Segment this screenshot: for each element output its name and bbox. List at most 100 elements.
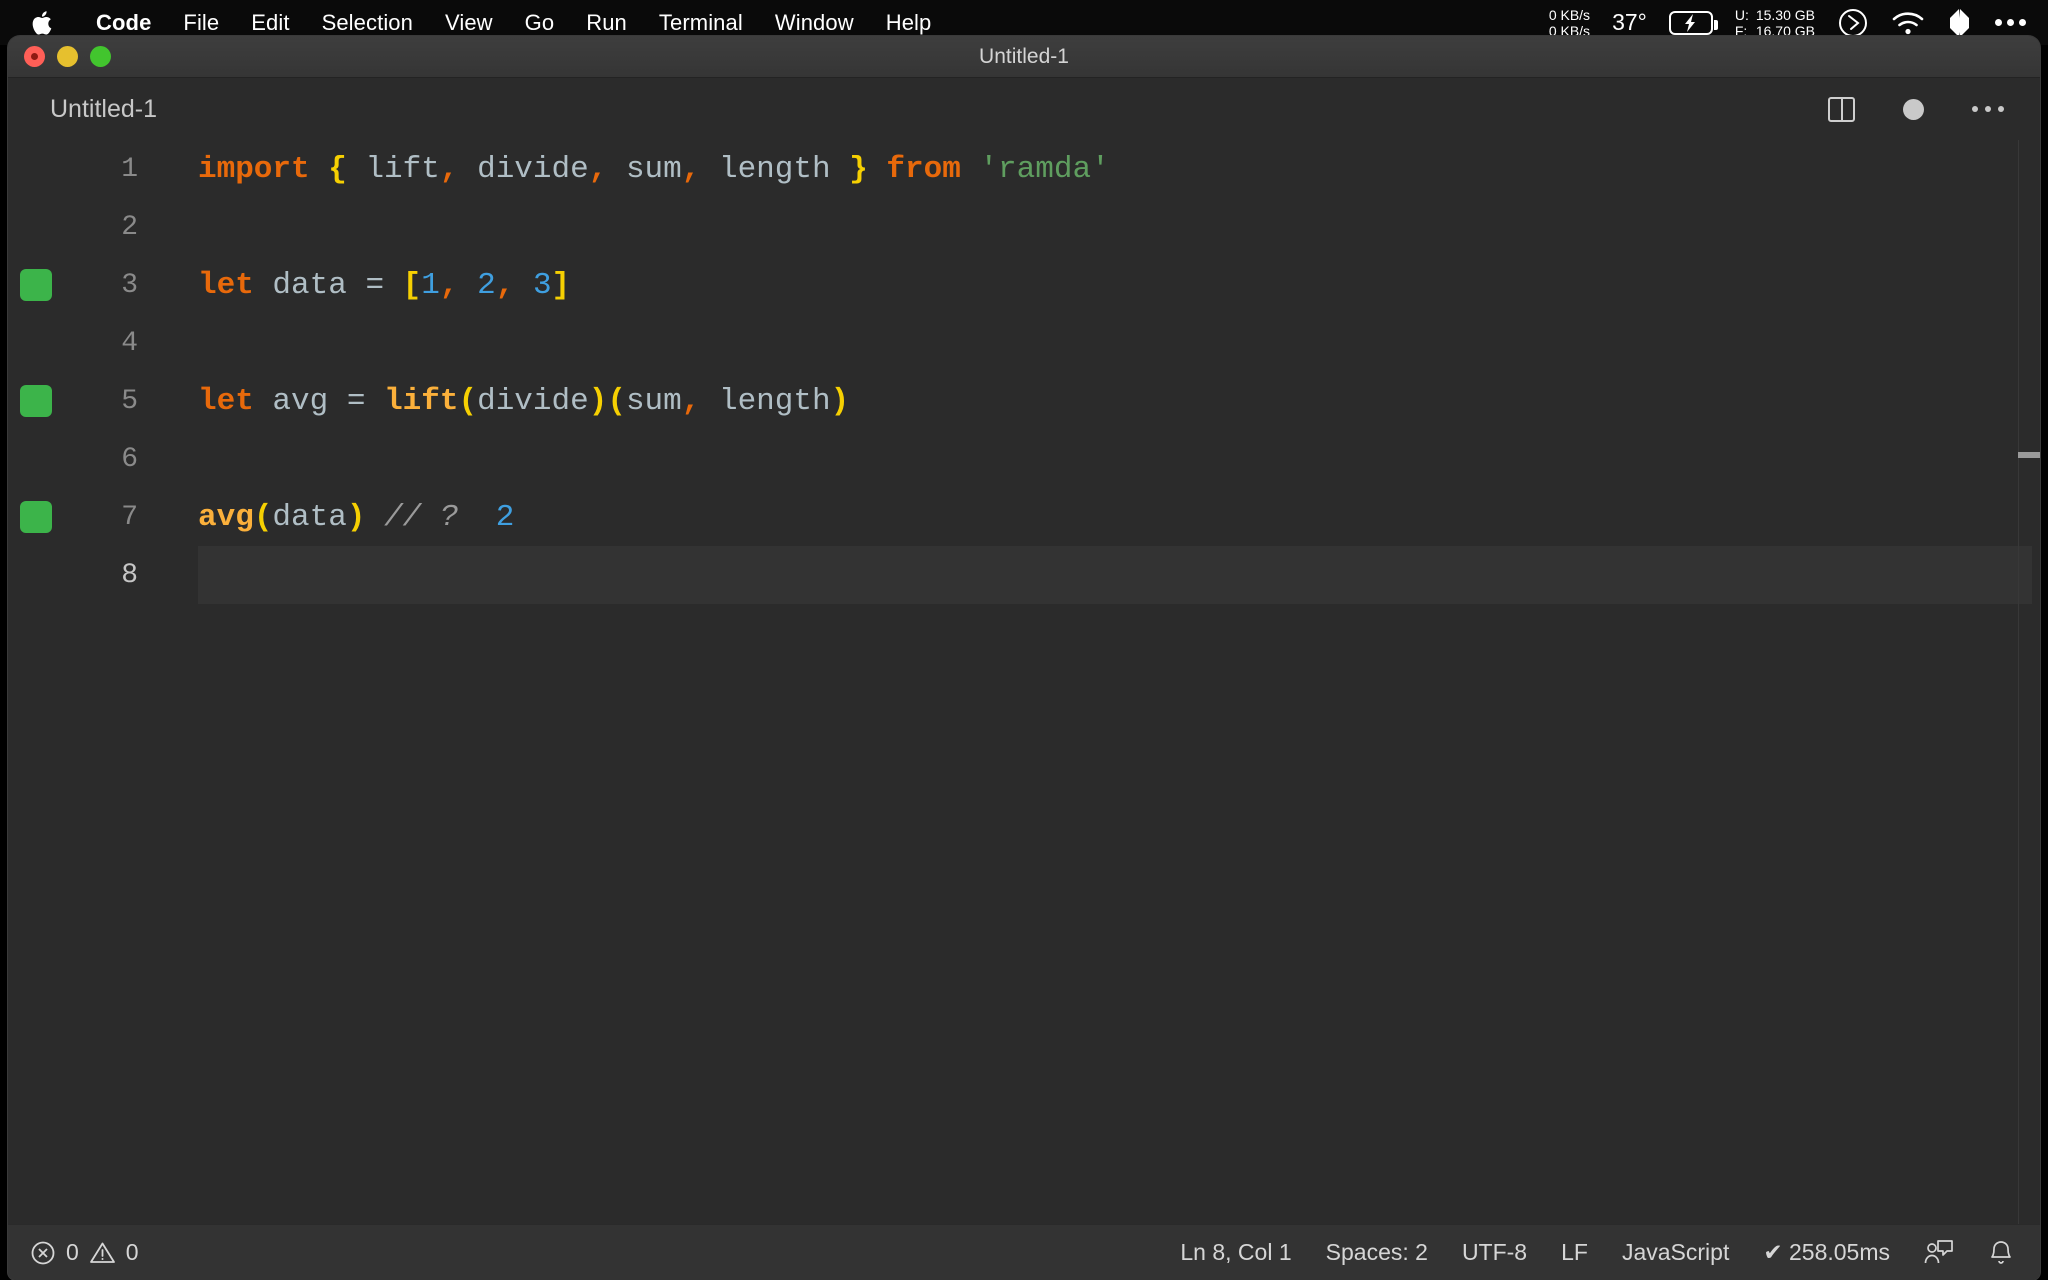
code-line-5[interactable]: 5 let avg = lift(divide)(sum, length)	[8, 372, 2040, 430]
token-number-2: 2	[477, 267, 496, 303]
problems-indicator[interactable]: 0 0	[30, 1239, 139, 1266]
traffic-light-buttons	[8, 46, 111, 67]
code-line-6[interactable]: 6	[8, 430, 2040, 488]
token-comma-2: ,	[495, 267, 515, 303]
token-number-result: 2	[495, 499, 515, 535]
token-keyword-from: from	[886, 151, 961, 187]
cursor-position[interactable]: Ln 8, Col 1	[1180, 1239, 1291, 1266]
tab-label: Untitled-1	[50, 94, 157, 123]
menu-item-window[interactable]: Window	[759, 10, 870, 36]
menu-item-help[interactable]: Help	[870, 10, 948, 36]
split-editor-icon[interactable]	[1828, 96, 1855, 122]
token-comma-1: ,	[439, 151, 459, 187]
token-identifier-length: length	[718, 383, 831, 419]
token-comma-1: ,	[439, 267, 459, 303]
token-identifier-sum: sum	[625, 383, 682, 419]
temperature-indicator[interactable]: 37°	[1612, 9, 1647, 36]
token-identifier-length: length	[718, 151, 831, 187]
token-brace-close: }	[849, 151, 868, 187]
warning-count: 0	[125, 1239, 139, 1265]
git-change-marker[interactable]	[20, 501, 52, 533]
token-bracket-close: ]	[551, 267, 571, 303]
code-content: let avg = lift(divide)(sum, length)	[138, 384, 849, 419]
token-keyword-let: let	[198, 267, 254, 303]
menu-item-terminal[interactable]: Terminal	[643, 10, 759, 36]
code-line-7[interactable]: 7 avg(data) // ? 2	[8, 488, 2040, 546]
line-number: 4	[121, 327, 138, 359]
token-number-3: 3	[532, 267, 552, 303]
run-status[interactable]: ✔ 258.05ms	[1763, 1239, 1890, 1266]
window-title-bar: Untitled-1	[8, 36, 2040, 78]
status-bar: 0 0 Ln 8, Col 1 Spaces: 2 UTF-8 LF JavaS…	[8, 1224, 2040, 1280]
feedback-person-icon[interactable]	[1924, 1239, 1954, 1267]
apple-logo-icon[interactable]	[28, 8, 54, 38]
token-bracket-open: [	[402, 267, 422, 303]
token-comma-2: ,	[588, 151, 608, 187]
language-mode[interactable]: JavaScript	[1622, 1239, 1729, 1266]
code-editor[interactable]: 1 import { lift, divide, sum, length } f…	[8, 140, 2040, 1224]
menu-item-file[interactable]: File	[167, 10, 235, 36]
token-paren-2: )	[588, 383, 608, 419]
indentation-setting[interactable]: Spaces: 2	[1326, 1239, 1428, 1266]
menu-item-edit[interactable]: Edit	[235, 10, 305, 36]
line-number: 6	[121, 443, 138, 475]
error-circle-icon	[30, 1240, 56, 1266]
code-line-4[interactable]: 4	[8, 314, 2040, 372]
menu-item-selection[interactable]: Selection	[306, 10, 429, 36]
token-identifier-data: data	[272, 499, 347, 535]
token-identifier-lift: lift	[365, 151, 440, 187]
tab-untitled-1[interactable]: Untitled-1	[8, 78, 183, 140]
network-upload-speed: 0 KB/s	[1548, 6, 1591, 23]
line-number: 2	[121, 211, 138, 243]
menu-item-code[interactable]: Code	[80, 10, 167, 36]
network-speed-indicator[interactable]: 0 KB/s 0 KB/s	[1549, 7, 1590, 39]
code-line-3[interactable]: 3 let data = [1, 2, 3]	[8, 256, 2040, 314]
minimize-button[interactable]	[57, 46, 78, 67]
token-function-lift: lift	[384, 383, 459, 419]
battery-charging-icon[interactable]	[1668, 10, 1718, 35]
token-paren-1: (	[458, 383, 478, 419]
wifi-icon[interactable]	[1891, 10, 1925, 36]
maximize-button[interactable]	[90, 46, 111, 67]
menu-item-go[interactable]: Go	[509, 10, 571, 36]
scrollbar-overview-marker[interactable]	[2018, 452, 2040, 458]
token-keyword-import: import	[198, 151, 310, 187]
warning-triangle-icon	[89, 1240, 116, 1266]
token-paren-2: )	[346, 499, 366, 535]
token-identifier-data: data	[272, 267, 347, 303]
file-encoding[interactable]: UTF-8	[1462, 1239, 1527, 1266]
code-content: avg(data) // ? 2	[138, 500, 514, 535]
code-line-1[interactable]: 1 import { lift, divide, sum, length } f…	[8, 140, 2040, 198]
close-button[interactable]	[24, 46, 45, 67]
menu-item-view[interactable]: View	[429, 10, 509, 36]
token-function-avg: avg	[198, 499, 254, 535]
token-paren-4: )	[830, 383, 850, 419]
dropbox-icon[interactable]	[1947, 8, 1973, 38]
git-change-marker[interactable]	[20, 385, 52, 417]
code-line-2[interactable]: 2	[8, 198, 2040, 256]
end-of-line-sequence[interactable]: LF	[1561, 1239, 1588, 1266]
memory-used-value: 15.30 GB	[1755, 6, 1815, 23]
token-paren-1: (	[253, 499, 273, 535]
unsaved-dot-icon[interactable]	[1903, 98, 1924, 120]
vscode-window: Untitled-1 Untitled-1 1 import { lift, d…	[8, 36, 2040, 1280]
menu-item-run[interactable]: Run	[570, 10, 643, 36]
token-identifier-sum: sum	[625, 151, 682, 187]
line-number: 8	[121, 559, 138, 591]
memory-usage-indicator[interactable]: U: F: 15.30 GB 16.70 GB	[1735, 7, 1815, 39]
more-actions-icon[interactable]	[1972, 106, 2004, 112]
vertical-scrollbar[interactable]	[2018, 140, 2040, 1224]
token-identifier-divide: divide	[477, 151, 589, 187]
clock-icon[interactable]	[1837, 7, 1869, 39]
editor-tab-bar: Untitled-1	[8, 78, 2040, 140]
token-identifier-avg: avg	[272, 383, 329, 419]
token-keyword-let: let	[198, 383, 254, 419]
token-operator-assign: =	[346, 383, 366, 419]
bell-icon[interactable]	[1988, 1239, 2014, 1267]
git-change-marker[interactable]	[20, 269, 52, 301]
code-line-8[interactable]: 8	[8, 546, 2040, 604]
active-line-highlight	[198, 546, 2032, 604]
memory-used-label: U:	[1734, 6, 1749, 23]
token-brace-open: {	[328, 151, 347, 187]
more-dots-icon[interactable]	[1995, 19, 2026, 26]
